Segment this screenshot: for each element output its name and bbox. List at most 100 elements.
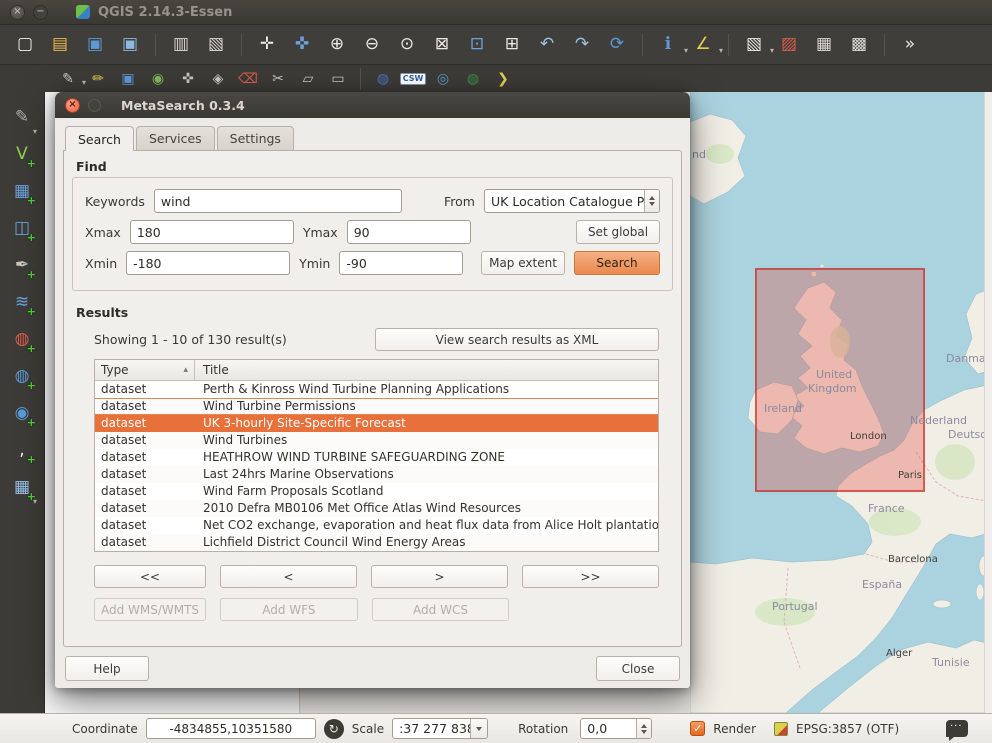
epsg-button[interactable]: EPSG:3857 (OTF)	[796, 722, 899, 736]
first-page-button[interactable]: <<	[94, 565, 206, 588]
window-close-button[interactable]: ×	[10, 5, 25, 20]
measure-icon[interactable]: ∠▾	[690, 32, 716, 58]
xmin-input[interactable]	[126, 251, 290, 275]
zoom-out-icon[interactable]: ⊖	[359, 32, 385, 58]
log-messages-icon[interactable]	[946, 720, 968, 737]
add-wms-wmts-button[interactable]: Add WMS/WMTS	[94, 598, 206, 621]
add-feature-icon[interactable]: ◉	[147, 68, 169, 90]
db-manager-icon[interactable]: ◍	[372, 68, 394, 90]
add-wfs-layer-icon[interactable]: ◉+	[9, 400, 35, 426]
zoom-full-icon[interactable]: ⊠	[429, 32, 455, 58]
save-layer-edits-icon[interactable]: ▣	[117, 68, 139, 90]
next-page-button[interactable]: >	[371, 565, 508, 588]
window-minimize-button[interactable]: −	[33, 5, 48, 20]
scale-combo[interactable]: :37 277 838	[392, 718, 488, 739]
zoom-in-icon[interactable]: ⊕	[324, 32, 350, 58]
view-xml-button[interactable]: View search results as XML	[375, 328, 659, 351]
toggle-editing-icon[interactable]: ✏	[87, 68, 109, 90]
zoom-native-icon[interactable]: ⊙	[394, 32, 420, 58]
save-project-as-icon[interactable]: ▣	[117, 32, 143, 58]
close-button[interactable]: Close	[596, 656, 680, 681]
table-row[interactable]: datasetPerth & Kinross Wind Turbine Plan…	[95, 381, 658, 398]
table-row[interactable]: datasetWind Turbine Permissions	[95, 398, 658, 415]
web-globe-icon[interactable]: ◍	[462, 68, 484, 90]
new-layer-icon[interactable]: ▦+▾	[9, 474, 35, 500]
from-catalogue-combo[interactable]: UK Location Catalogue Pu	[484, 189, 660, 213]
prev-page-button[interactable]: <	[220, 565, 357, 588]
add-raster-layer-icon[interactable]: ▦+	[9, 178, 35, 204]
rotation-spinner[interactable]: 0,0	[580, 718, 652, 739]
refresh-icon[interactable]: ⟳	[604, 32, 630, 58]
dialog-close-button[interactable]: ×	[65, 98, 80, 113]
table-row[interactable]: datasetUK 3-hourly Site-Specific Forecas…	[95, 415, 658, 432]
add-spatialite-layer-icon[interactable]: ✒+	[9, 252, 35, 278]
add-wcs-button[interactable]: Add WCS	[372, 598, 510, 621]
dropdown-arrow-icon[interactable]	[470, 719, 487, 738]
keywords-input[interactable]	[154, 189, 402, 213]
pan-to-selection-icon[interactable]: ✜	[289, 32, 315, 58]
table-row[interactable]: datasetHEATHROW WIND TURBINE SAFEGUARDIN…	[95, 449, 658, 466]
add-postgis-layer-icon[interactable]: ◫+	[9, 215, 35, 241]
coordinate-input[interactable]	[146, 718, 316, 739]
node-tool-icon[interactable]: ◈	[207, 68, 229, 90]
cut-features-icon[interactable]: ✂	[267, 68, 289, 90]
save-project-icon[interactable]: ▣	[82, 32, 108, 58]
render-label: Render	[713, 722, 756, 736]
pan-map-icon[interactable]: ✛	[254, 32, 280, 58]
table-row[interactable]: datasetNet CO2 exchange, evaporation and…	[95, 517, 658, 534]
help-button[interactable]: Help	[65, 656, 149, 681]
python-console-icon[interactable]: ❯	[492, 68, 514, 90]
new-composer-icon[interactable]: ▥	[168, 32, 194, 58]
zoom-next-icon[interactable]: ↷	[569, 32, 595, 58]
metasearch-csw-icon[interactable]: CSW	[402, 68, 424, 90]
deselect-icon[interactable]: ▨	[776, 32, 802, 58]
field-calculator-icon[interactable]: ▩	[846, 32, 872, 58]
paste-features-icon[interactable]: ▭	[327, 68, 349, 90]
open-project-icon[interactable]: ▤	[47, 32, 73, 58]
map-canvas[interactable]: ndDanmarUnitedKingdomIrelandNederlandDeu…	[690, 92, 992, 713]
add-wfs-button[interactable]: Add WFS	[220, 598, 358, 621]
add-wms-layer-icon[interactable]: ◍+	[9, 363, 35, 389]
spinner-arrows-icon[interactable]	[644, 190, 659, 212]
current-edits-icon[interactable]: ✎▾	[57, 68, 79, 90]
render-checkbox[interactable]	[690, 721, 705, 736]
column-header-type[interactable]: Type ▴	[95, 360, 195, 380]
table-row[interactable]: datasetWind Farm Proposals Scotland	[95, 483, 658, 500]
tab-services[interactable]: Services	[136, 126, 215, 150]
map-extent-button[interactable]: Map extent	[481, 251, 565, 275]
table-row[interactable]: dataset2010 Defra MB0106 Met Office Atla…	[95, 500, 658, 517]
delete-selected-icon[interactable]: ⌫	[237, 68, 259, 90]
zoom-to-layer-icon[interactable]: ⊞	[499, 32, 525, 58]
table-row[interactable]: datasetLichfield District Council Wind E…	[95, 534, 658, 551]
ymin-input[interactable]	[339, 251, 463, 275]
composer-manager-icon[interactable]: ▧	[203, 32, 229, 58]
select-rectangle-icon[interactable]: ▧▾	[741, 32, 767, 58]
copy-features-icon[interactable]: ▱	[297, 68, 319, 90]
add-delimited-text-icon[interactable]: ,+	[9, 437, 35, 463]
ymax-input[interactable]	[347, 220, 471, 244]
tab-settings[interactable]: Settings	[217, 126, 294, 150]
xmax-input[interactable]	[130, 220, 294, 244]
move-feature-icon[interactable]: ✜	[177, 68, 199, 90]
add-mssql-layer-icon[interactable]: ≋+	[9, 289, 35, 315]
add-oracle-layer-icon[interactable]: ◍+	[9, 326, 35, 352]
set-global-button[interactable]: Set global	[576, 220, 660, 244]
zoom-last-icon[interactable]: ↶	[534, 32, 560, 58]
dialog-menu-button[interactable]	[88, 99, 101, 112]
toolbar-overflow-icon[interactable]: »	[897, 32, 923, 58]
spinner-arrows-icon[interactable]	[636, 719, 651, 738]
search-button[interactable]: Search	[574, 251, 660, 275]
zoom-to-selection-icon[interactable]: ⊡	[464, 32, 490, 58]
tab-search[interactable]: Search	[65, 126, 134, 151]
add-vector-layer-icon[interactable]: V+	[9, 141, 35, 167]
last-page-button[interactable]: >>	[522, 565, 659, 588]
osm-search-icon[interactable]: ◎	[432, 68, 454, 90]
identify-icon[interactable]: ℹ▾	[655, 32, 681, 58]
extents-toggle-icon[interactable]	[324, 719, 344, 739]
current-edits-tool-icon[interactable]: ✎▾	[9, 104, 35, 130]
table-row[interactable]: datasetLast 24hrs Marine Observations	[95, 466, 658, 483]
column-header-title[interactable]: Title	[195, 360, 658, 380]
attribute-table-icon[interactable]: ▦	[811, 32, 837, 58]
table-row[interactable]: datasetWind Turbines	[95, 432, 658, 449]
new-project-icon[interactable]: ▢	[12, 32, 38, 58]
